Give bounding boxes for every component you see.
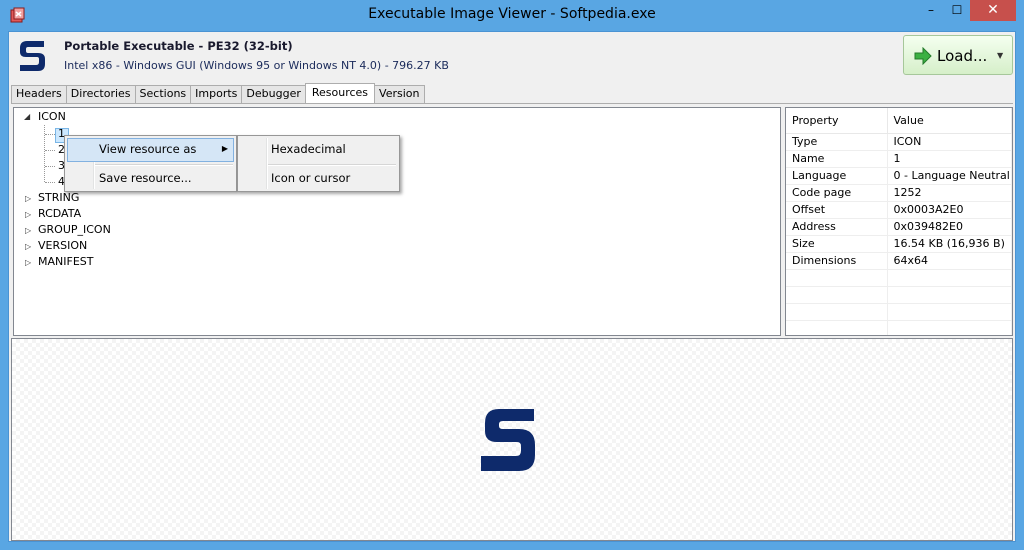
arrow-right-icon: [914, 47, 932, 65]
property-value: 0x0003A2E0: [887, 201, 1012, 219]
load-button[interactable]: Load... ▼: [903, 35, 1013, 75]
property-value: 1252: [887, 184, 1012, 202]
file-info-header: Portable Executable - PE32 (32-bit) Inte…: [9, 32, 1015, 80]
tab-debugger[interactable]: Debugger: [241, 85, 306, 103]
property-name: Offset: [786, 201, 888, 219]
chevron-down-icon[interactable]: ▼: [997, 51, 1003, 60]
collapse-icon[interactable]: ◢: [24, 112, 30, 121]
column-header-property[interactable]: Property: [786, 108, 888, 134]
tab-bar: Headers Directories Sections Imports Deb…: [11, 83, 425, 103]
table-header-row: Property Value: [786, 108, 1012, 134]
table-row-empty: [786, 320, 1012, 335]
property-value: 1: [887, 150, 1012, 168]
expand-icon[interactable]: ▷: [25, 242, 31, 251]
menu-item-save-resource[interactable]: Save resource...: [67, 167, 234, 191]
property-name: Dimensions: [786, 252, 888, 270]
table-row-empty: [786, 303, 1012, 321]
menu-separator: [95, 164, 233, 166]
tree-connector: [45, 166, 55, 167]
tab-imports[interactable]: Imports: [190, 85, 243, 103]
menu-item-view-resource-as[interactable]: View resource as ▶: [67, 138, 234, 162]
expand-icon[interactable]: ▷: [25, 226, 31, 235]
title-bar[interactable]: Executable Image Viewer - Softpedia.exe …: [0, 0, 1024, 31]
softpedia-s-icon: [481, 409, 535, 471]
file-format-title: Portable Executable - PE32 (32-bit): [64, 39, 293, 53]
minimize-button[interactable]: –: [918, 0, 944, 21]
menu-item-icon-or-cursor[interactable]: Icon or cursor: [240, 167, 397, 191]
table-row[interactable]: Size 16.54 KB (16,936 B): [786, 235, 1012, 253]
table-row[interactable]: Address 0x039482E0: [786, 218, 1012, 236]
table-row[interactable]: Offset 0x0003A2E0: [786, 201, 1012, 219]
close-button[interactable]: ✕: [970, 0, 1016, 21]
menu-separator: [268, 164, 396, 166]
tab-resources[interactable]: Resources: [304, 83, 376, 103]
tree-node-string[interactable]: STRING: [38, 190, 79, 206]
table-row[interactable]: Dimensions 64x64: [786, 252, 1012, 270]
property-name: Address: [786, 218, 888, 236]
expand-icon[interactable]: ▷: [25, 258, 31, 267]
menu-item-label: View resource as: [99, 142, 197, 156]
menu-item-hexadecimal[interactable]: Hexadecimal: [240, 138, 397, 162]
softpedia-logo-icon: [20, 41, 45, 71]
window-title: Executable Image Viewer - Softpedia.exe: [368, 6, 656, 22]
property-value: 0 - Language Neutral: [887, 167, 1012, 185]
tab-directories[interactable]: Directories: [65, 85, 136, 103]
app-window: Executable Image Viewer - Softpedia.exe …: [0, 0, 1024, 550]
property-value: ICON: [887, 133, 1012, 151]
property-name: Language: [786, 167, 888, 185]
tab-sections[interactable]: Sections: [134, 85, 192, 103]
tree-connector: [45, 150, 55, 151]
table-row[interactable]: Code page 1252: [786, 184, 1012, 202]
expand-icon[interactable]: ▷: [25, 194, 31, 203]
tab-version[interactable]: Version: [374, 85, 425, 103]
context-menu: View resource as ▶ Save resource...: [64, 135, 237, 192]
client-area: Portable Executable - PE32 (32-bit) Inte…: [8, 31, 1016, 542]
table-row[interactable]: Type ICON: [786, 133, 1012, 151]
properties-panel[interactable]: Property Value Type ICON Name 1 Language 0 …: [785, 107, 1013, 336]
tree-node-version[interactable]: VERSION: [38, 238, 87, 254]
maximize-button[interactable]: ☐: [944, 0, 970, 21]
resource-preview: [11, 338, 1013, 541]
column-header-value[interactable]: Value: [887, 108, 1012, 134]
tab-headers[interactable]: Headers: [11, 85, 67, 103]
property-value: 0x039482E0: [887, 218, 1012, 236]
table-row[interactable]: Language 0 - Language Neutral: [786, 167, 1012, 185]
table-row-empty: [786, 286, 1012, 304]
property-name: Name: [786, 150, 888, 168]
expand-icon[interactable]: ▷: [25, 210, 31, 219]
tree-node-group-icon[interactable]: GROUP_ICON: [38, 222, 111, 238]
submenu-arrow-icon: ▶: [221, 144, 228, 153]
load-button-label: Load...: [937, 47, 988, 65]
tree-node-rcdata[interactable]: RCDATA: [38, 206, 81, 222]
tree-node-manifest[interactable]: MANIFEST: [38, 254, 93, 270]
tree-connector: [45, 182, 55, 183]
tree-connector: [45, 134, 55, 135]
file-format-subtitle: Intel x86 - Windows GUI (Windows 95 or W…: [64, 59, 449, 72]
property-name: Type: [786, 133, 888, 151]
table-row-empty: [786, 269, 1012, 287]
property-value: 64x64: [887, 252, 1012, 270]
property-name: Code page: [786, 184, 888, 202]
property-name: Size: [786, 235, 888, 253]
submenu-view-resource-as: Hexadecimal Icon or cursor: [237, 135, 400, 192]
properties-table: Property Value Type ICON Name 1 Language 0 …: [786, 108, 1012, 335]
tree-node-icon[interactable]: ICON: [38, 109, 66, 125]
table-row[interactable]: Name 1: [786, 150, 1012, 168]
property-value: 16.54 KB (16,936 B): [887, 235, 1012, 253]
